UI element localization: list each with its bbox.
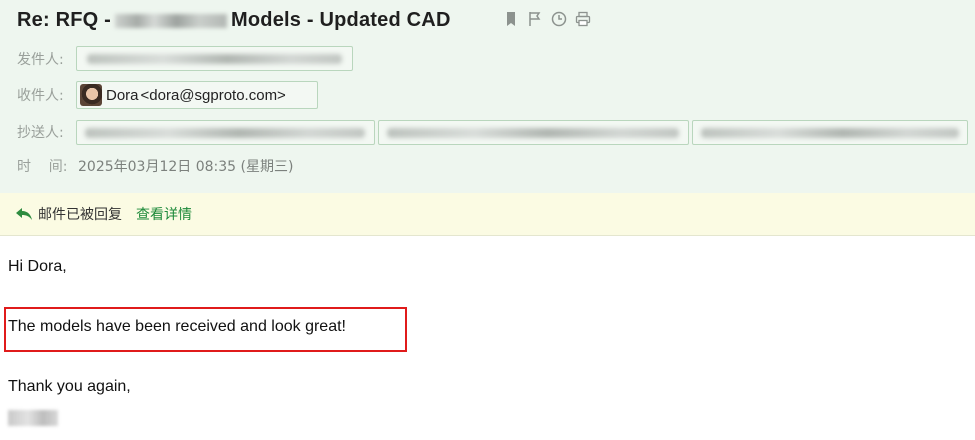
- view-details-link[interactable]: 查看详情: [136, 204, 192, 224]
- notice-text: 邮件已被回复: [38, 207, 122, 223]
- to-name: Dora: [106, 86, 139, 104]
- time-label: 时 间:: [17, 159, 68, 175]
- signature-redacted: [8, 410, 58, 426]
- to-chip[interactable]: Dora <dora@sgproto.com>: [76, 81, 318, 109]
- from-row: 发件人:: [17, 46, 75, 72]
- cc-row: 抄送人:: [17, 119, 75, 145]
- from-label: 发件人:: [17, 52, 64, 68]
- body-closing: Thank you again,: [8, 378, 131, 395]
- subject-prefix: Re: RFQ -: [17, 9, 112, 31]
- subject-suffix: Models - Updated CAD: [231, 9, 451, 31]
- cc-chip-2[interactable]: [378, 120, 689, 145]
- avatar: [80, 84, 102, 106]
- subject-redacted: [115, 13, 228, 28]
- to-email: <dora@sgproto.com>: [140, 86, 286, 104]
- from-chip[interactable]: [76, 46, 353, 71]
- cc-chip-3[interactable]: [692, 120, 968, 145]
- cc-label: 抄送人:: [17, 125, 64, 141]
- from-redacted: [87, 54, 342, 64]
- cc-chip-1[interactable]: [76, 120, 375, 145]
- highlight-box: [4, 307, 407, 352]
- cc-redacted-3: [701, 128, 959, 138]
- to-label: 收件人:: [17, 88, 64, 104]
- subject-actions: [502, 10, 592, 28]
- email-header: Re: RFQ - Models - Updated CAD 发件人: 收件人:…: [0, 0, 975, 193]
- body-greeting: Hi Dora,: [8, 258, 67, 275]
- cc-redacted-2: [387, 128, 679, 138]
- print-icon[interactable]: [574, 10, 592, 28]
- cc-redacted-1: [85, 128, 365, 138]
- to-row: 收件人:: [17, 82, 75, 108]
- reply-notice-bar: 邮件已被回复 查看详情: [0, 193, 975, 236]
- email-subject: Re: RFQ - Models - Updated CAD: [17, 9, 451, 32]
- time-row: 时 间: 2025年03月12日 08:35 (星期三): [17, 156, 293, 176]
- flag-icon[interactable]: [526, 10, 544, 28]
- clock-icon[interactable]: [550, 10, 568, 28]
- reply-icon: [16, 208, 32, 220]
- time-value: 2025年03月12日 08:35 (星期三): [78, 159, 294, 175]
- bookmark-icon[interactable]: [502, 10, 520, 28]
